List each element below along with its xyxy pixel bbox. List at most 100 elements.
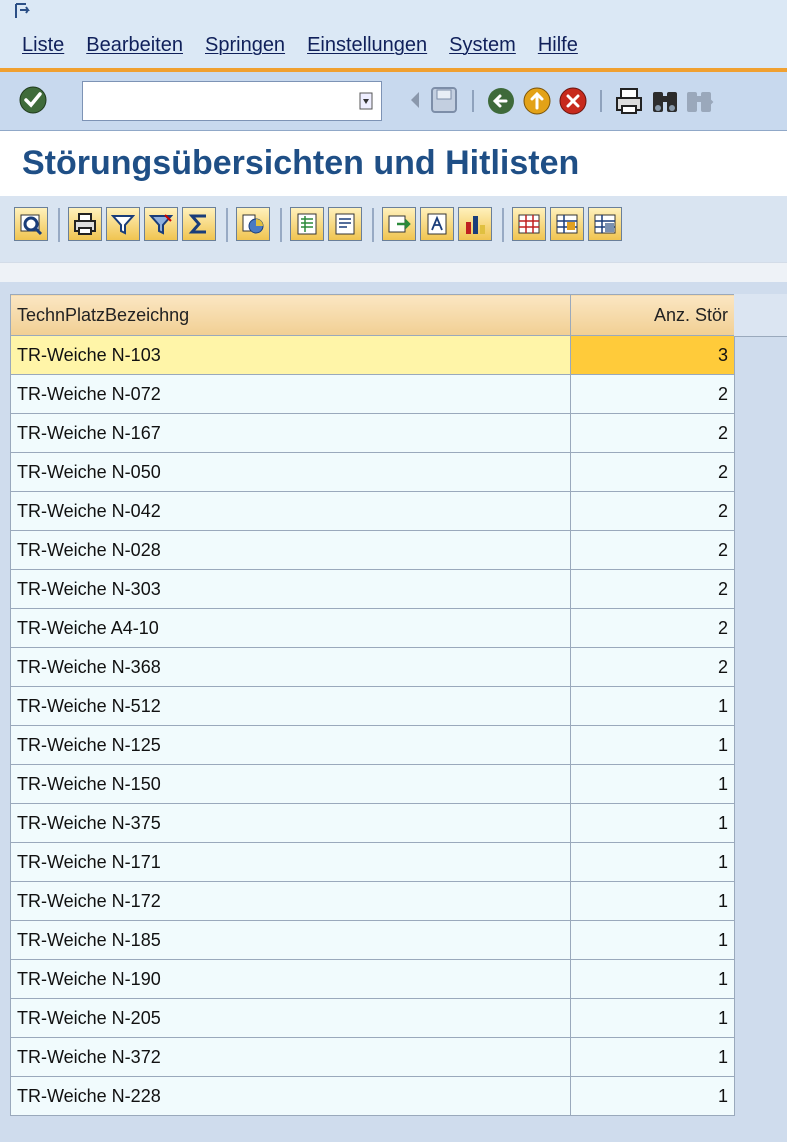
count-cell[interactable]: 2 (570, 608, 735, 648)
count-cell[interactable]: 1 (570, 998, 735, 1038)
location-cell[interactable]: TR-Weiche A4-10 (10, 608, 571, 648)
table-row[interactable]: TR-Weiche A4-10 2 (10, 608, 735, 648)
export-spreadsheet-button[interactable] (290, 207, 324, 241)
menu-item-bearbeiten[interactable]: Bearbeiten (86, 34, 183, 57)
column-header-count[interactable]: Anz. Stör (570, 294, 735, 336)
count-cell[interactable]: 2 (570, 413, 735, 453)
set-filter-button[interactable] (144, 207, 178, 241)
graphic-button[interactable] (236, 207, 270, 241)
table-row[interactable]: TR-Weiche N-167 2 (10, 413, 735, 453)
count-cell[interactable]: 1 (570, 1076, 735, 1116)
count-cell[interactable]: 1 (570, 764, 735, 804)
count-cell[interactable]: 1 (570, 842, 735, 882)
count-cell[interactable]: 1 (570, 725, 735, 765)
count-cell[interactable]: 2 (570, 647, 735, 687)
print-preview-button[interactable] (68, 207, 102, 241)
back-arrow-icon[interactable] (486, 86, 516, 116)
table-row[interactable]: TR-Weiche N-372 1 (10, 1037, 735, 1077)
menu-item-liste[interactable]: Liste (22, 34, 64, 57)
back-icon[interactable] (408, 86, 422, 114)
menu-item-einstellungen[interactable]: Einstellungen (307, 34, 427, 57)
command-field[interactable] (82, 81, 382, 121)
system-menu-icon[interactable] (14, 2, 38, 20)
table-row[interactable]: TR-Weiche N-368 2 (10, 647, 735, 687)
location-cell[interactable]: TR-Weiche N-185 (10, 920, 571, 960)
count-cell[interactable]: 1 (570, 1037, 735, 1077)
location-cell[interactable]: TR-Weiche N-103 (10, 335, 571, 375)
table-row[interactable]: TR-Weiche N-512 1 (10, 686, 735, 726)
save-layout-button[interactable] (588, 207, 622, 241)
count-cell[interactable]: 2 (570, 569, 735, 609)
count-cell[interactable]: 2 (570, 530, 735, 570)
count-cell[interactable]: 1 (570, 920, 735, 960)
location-cell[interactable]: TR-Weiche N-375 (10, 803, 571, 843)
location-cell[interactable]: TR-Weiche N-205 (10, 998, 571, 1038)
table-row[interactable]: TR-Weiche N-185 1 (10, 920, 735, 960)
table-row[interactable]: TR-Weiche N-150 1 (10, 764, 735, 804)
menu-item-hilfe[interactable]: Hilfe (538, 34, 578, 57)
column-header-location[interactable]: TechnPlatzBezeichng (10, 294, 571, 336)
location-cell[interactable]: TR-Weiche N-072 (10, 374, 571, 414)
location-cell[interactable]: TR-Weiche N-125 (10, 725, 571, 765)
local-file-icon (388, 215, 411, 233)
layout-button[interactable] (512, 207, 546, 241)
filter-button[interactable] (106, 207, 140, 241)
command-input[interactable] (85, 84, 349, 120)
count-cell[interactable]: 1 (570, 686, 735, 726)
count-cell[interactable]: 1 (570, 959, 735, 999)
table-row[interactable]: TR-Weiche N-190 1 (10, 959, 735, 999)
cancel-icon[interactable] (558, 86, 588, 116)
chart-button[interactable] (458, 207, 492, 241)
print-icon[interactable] (614, 86, 644, 116)
sum-button[interactable] (182, 207, 216, 241)
location-cell[interactable]: TR-Weiche N-228 (10, 1076, 571, 1116)
location-cell[interactable]: TR-Weiche N-042 (10, 491, 571, 531)
count-cell[interactable]: 2 (570, 452, 735, 492)
location-cell[interactable]: TR-Weiche N-372 (10, 1037, 571, 1077)
menu-item-system[interactable]: System (449, 34, 516, 57)
abc-analysis-button[interactable] (420, 207, 454, 241)
location-cell[interactable]: TR-Weiche N-167 (10, 413, 571, 453)
table-row[interactable]: TR-Weiche N-050 2 (10, 452, 735, 492)
location-cell[interactable]: TR-Weiche N-150 (10, 764, 571, 804)
select-layout-button[interactable] (550, 207, 584, 241)
find-next-icon[interactable] (684, 86, 714, 116)
table-row[interactable]: TR-Weiche N-303 2 (10, 569, 735, 609)
menu-item-springen[interactable]: Springen (205, 34, 285, 57)
table-row[interactable]: TR-Weiche N-072 2 (10, 374, 735, 414)
details-button[interactable] (14, 207, 48, 241)
find-icon[interactable] (650, 86, 680, 116)
word-processing-button[interactable] (328, 207, 362, 241)
table-row[interactable]: TR-Weiche N-125 1 (10, 725, 735, 765)
count-cell[interactable]: 1 (570, 881, 735, 921)
count-cell[interactable]: 2 (570, 491, 735, 531)
table-row[interactable]: TR-Weiche N-172 1 (10, 881, 735, 921)
exit-icon[interactable] (522, 86, 552, 116)
table-row[interactable]: TR-Weiche N-375 1 (10, 803, 735, 843)
location-cell[interactable]: TR-Weiche N-171 (10, 842, 571, 882)
layout-icon (518, 214, 540, 234)
enter-icon[interactable] (18, 85, 48, 115)
location-cell[interactable]: TR-Weiche N-303 (10, 569, 571, 609)
table-row[interactable]: TR-Weiche N-028 2 (10, 530, 735, 570)
count-cell[interactable]: 1 (570, 803, 735, 843)
set-filter-icon (149, 214, 173, 235)
location-cell[interactable]: TR-Weiche N-028 (10, 530, 571, 570)
local-file-button[interactable] (382, 207, 416, 241)
command-history-icon[interactable] (359, 92, 373, 110)
table-row[interactable]: TR-Weiche N-205 1 (10, 998, 735, 1038)
location-cell[interactable]: TR-Weiche N-050 (10, 452, 571, 492)
table-row[interactable]: TR-Weiche N-171 1 (10, 842, 735, 882)
count-cell[interactable]: 2 (570, 374, 735, 414)
table-row[interactable]: TR-Weiche N-042 2 (10, 491, 735, 531)
count-cell[interactable]: 3 (570, 335, 735, 375)
table-row[interactable]: TR-Weiche N-228 1 (10, 1076, 735, 1116)
location-cell[interactable]: TR-Weiche N-512 (10, 686, 571, 726)
save-icon[interactable] (430, 86, 458, 114)
standard-toolbar (0, 72, 787, 131)
location-cell[interactable]: TR-Weiche N-172 (10, 881, 571, 921)
toolbar-separator (226, 208, 228, 242)
location-cell[interactable]: TR-Weiche N-190 (10, 959, 571, 999)
table-row[interactable]: TR-Weiche N-103 3 (10, 335, 735, 375)
location-cell[interactable]: TR-Weiche N-368 (10, 647, 571, 687)
